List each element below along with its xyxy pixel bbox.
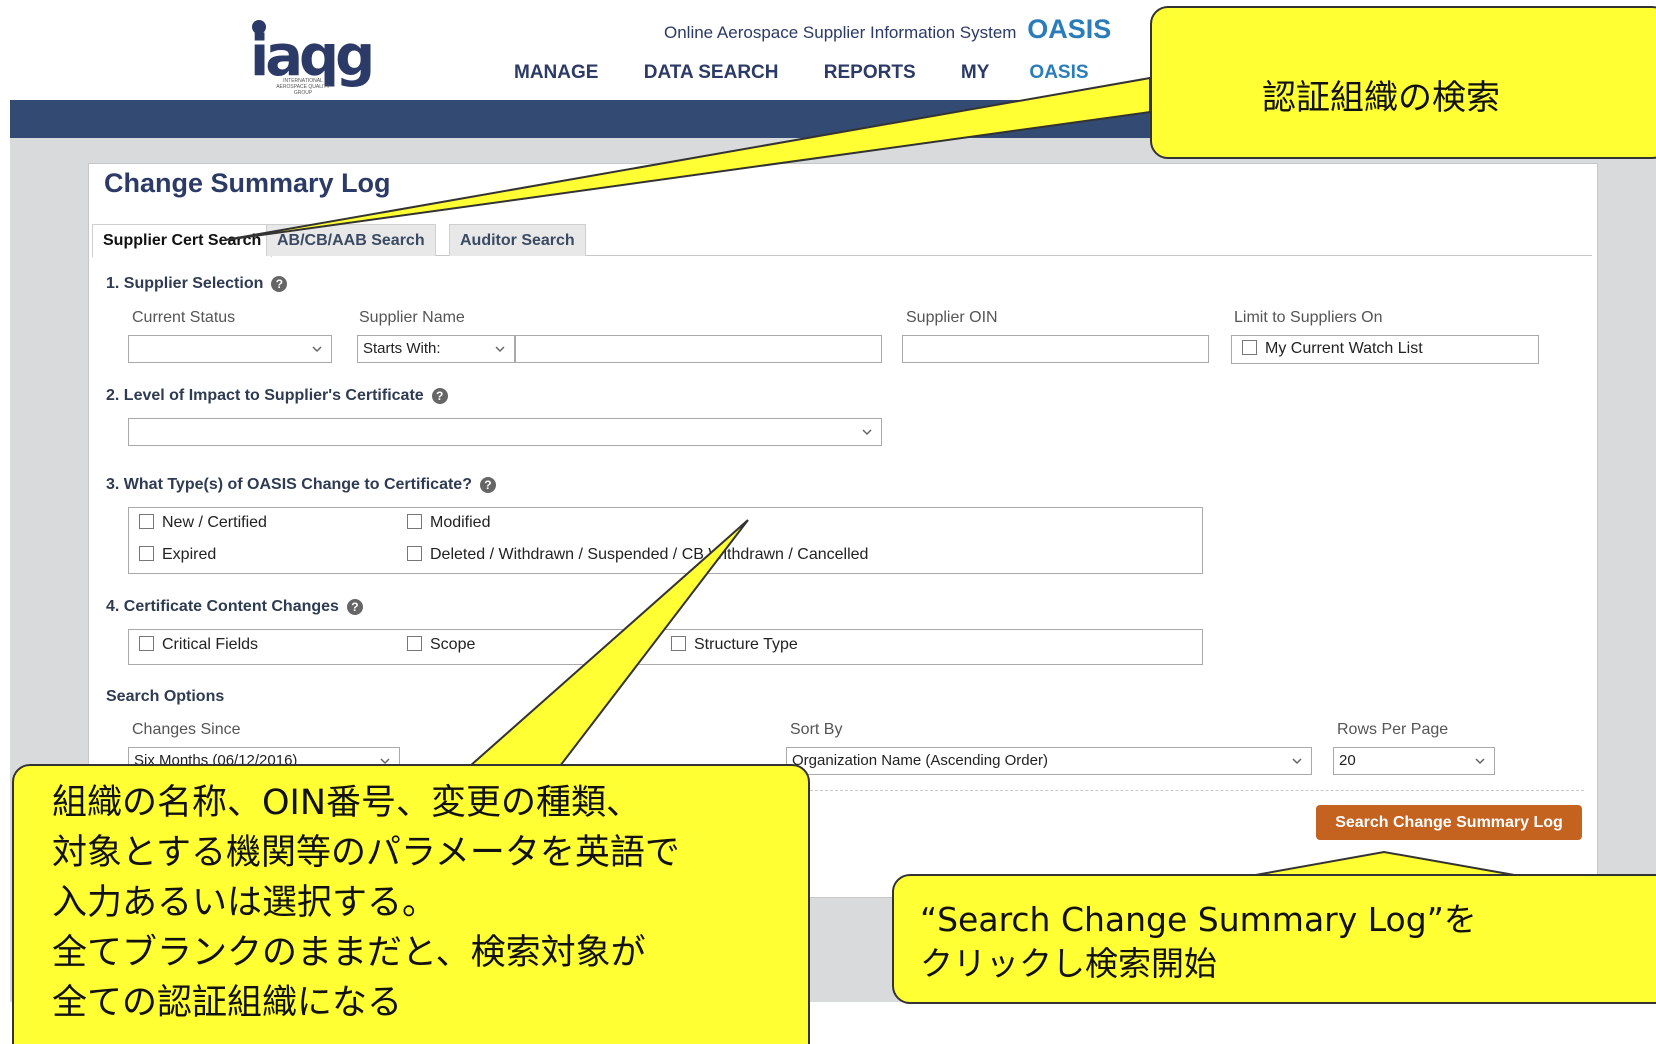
callout-left-line: 組織の名称、OIN番号、変更の種類、 xyxy=(52,783,642,823)
system-label: Online Aerospace Supplier Information Sy… xyxy=(664,23,1017,42)
sort-by-label: Sort By xyxy=(790,721,843,738)
impact-level-heading: 2. Level of Impact to Supplier's Certifi… xyxy=(106,387,448,405)
content-changes-heading: 4. Certificate Content Changes? xyxy=(106,598,363,616)
content-changes-label: 4. Certificate Content Changes xyxy=(106,598,339,615)
help-icon[interactable]: ? xyxy=(346,598,363,615)
main-nav: MANAGE DATA SEARCH REPORTS MY OASIS xyxy=(514,62,1169,84)
scope-label: Scope xyxy=(430,636,476,653)
deleted-withdrawn-label: Deleted / Withdrawn / Suspended / CB Wit… xyxy=(430,546,869,563)
critical-fields-label: Critical Fields xyxy=(162,636,259,653)
impact-level-select[interactable] xyxy=(128,418,882,446)
changes-since-label: Changes Since xyxy=(132,721,241,738)
search-change-summary-button[interactable]: Search Change Summary Log xyxy=(1316,805,1582,840)
modified-label: Modified xyxy=(430,514,491,531)
scope-checkbox[interactable] xyxy=(407,636,422,651)
deleted-withdrawn-checkbox[interactable] xyxy=(407,546,422,561)
supplier-name-input[interactable] xyxy=(515,335,882,363)
tab-auditor-search[interactable]: Auditor Search xyxy=(449,224,586,256)
callout-right-line: “Search Change Summary Log”を xyxy=(920,900,1477,939)
system-title: Online Aerospace Supplier Information Sy… xyxy=(664,14,1111,45)
change-type-label: 3. What Type(s) of OASIS Change to Certi… xyxy=(106,476,472,493)
supplier-selection-heading: 1. Supplier Selection? xyxy=(106,275,288,293)
nav-data-search[interactable]: DATA SEARCH xyxy=(644,62,779,84)
option-deleted-withdrawn[interactable]: Deleted / Withdrawn / Suspended / CB Wit… xyxy=(407,546,868,564)
option-structure-type[interactable]: Structure Type xyxy=(671,636,798,654)
option-expired[interactable]: Expired xyxy=(139,546,216,564)
current-status-select[interactable] xyxy=(128,335,332,363)
iaqg-logo[interactable]: iaqg INTERNATIONAL AEROSPACE QUALITY GRO… xyxy=(250,16,385,96)
callout-top-text: 認証組織の検索 xyxy=(1262,78,1500,118)
option-new-certified[interactable]: New / Certified xyxy=(139,514,267,532)
watch-list-box: My Current Watch List xyxy=(1231,335,1539,364)
supplier-oin-input[interactable] xyxy=(902,335,1209,363)
limit-suppliers-label: Limit to Suppliers On xyxy=(1234,309,1383,326)
nav-my-oasis[interactable]: MY OASIS xyxy=(961,62,1129,84)
option-modified[interactable]: Modified xyxy=(407,514,490,532)
search-options-heading: Search Options xyxy=(106,688,225,705)
callout-left-text: 組織の名称、OIN番号、変更の種類、 対象とする機関等のパラメータを英語で 入力… xyxy=(52,778,680,1028)
impact-level-label: 2. Level of Impact to Supplier's Certifi… xyxy=(106,387,424,404)
critical-fields-checkbox[interactable] xyxy=(139,636,154,651)
chevron-down-icon xyxy=(862,429,872,436)
callout-right-line: クリックし検索開始 xyxy=(920,944,1217,983)
callout-certified-org-search: 認証組織の検索 xyxy=(1150,6,1656,159)
chevron-down-icon xyxy=(1475,758,1485,765)
help-icon[interactable]: ? xyxy=(479,476,496,493)
system-brand: OASIS xyxy=(1027,14,1112,44)
change-type-box: New / Certified Modified Expired Deleted… xyxy=(128,507,1203,574)
current-status-label: Current Status xyxy=(132,309,236,326)
modified-checkbox[interactable] xyxy=(407,514,422,529)
supplier-oin-label: Supplier OIN xyxy=(906,309,998,326)
watch-list-label: My Current Watch List xyxy=(1265,340,1423,357)
rows-per-page-value: 20 xyxy=(1339,752,1356,769)
structure-type-checkbox[interactable] xyxy=(671,636,686,651)
new-certified-checkbox[interactable] xyxy=(139,514,154,529)
sort-by-select[interactable]: Organization Name (Ascending Order) xyxy=(786,747,1312,775)
supplier-name-mode-select[interactable]: Starts With: xyxy=(357,335,515,363)
expired-label: Expired xyxy=(162,546,217,563)
sort-by-value: Organization Name (Ascending Order) xyxy=(792,752,1048,769)
page-title: Change Summary Log xyxy=(104,168,391,198)
tab-supplier-cert-search[interactable]: Supplier Cert Search xyxy=(92,224,273,257)
callout-left-line: 対象とする機関等のパラメータを英語で xyxy=(52,833,680,873)
callout-right-text: “Search Change Summary Log”を クリックし検索開始 xyxy=(920,898,1477,986)
callout-left-line: 入力あるいは選択する。 xyxy=(52,883,438,923)
rows-per-page-select[interactable]: 20 xyxy=(1333,747,1495,775)
callout-left-line: 全ての認証組織になる xyxy=(52,983,403,1023)
help-icon[interactable]: ? xyxy=(271,275,288,292)
callout-search-button-note: “Search Change Summary Log”を クリックし検索開始 xyxy=(892,874,1656,1004)
chevron-down-icon xyxy=(312,346,322,353)
new-certified-label: New / Certified xyxy=(162,514,267,531)
logo-subtitle: INTERNATIONAL AEROSPACE QUALITY GROUP xyxy=(276,78,330,96)
chevron-down-icon xyxy=(1292,758,1302,765)
structure-type-label: Structure Type xyxy=(694,636,798,653)
supplier-name-mode-value: Starts With: xyxy=(363,340,441,357)
callout-parameters-note: 組織の名称、OIN番号、変更の種類、 対象とする機関等のパラメータを英語で 入力… xyxy=(12,764,810,1044)
change-type-heading: 3. What Type(s) of OASIS Change to Certi… xyxy=(106,476,496,494)
content-changes-box: Critical Fields Scope Structure Type xyxy=(128,629,1203,665)
supplier-selection-label: 1. Supplier Selection xyxy=(106,275,264,292)
expired-checkbox[interactable] xyxy=(139,546,154,561)
tab-ab-cb-aab-search[interactable]: AB/CB/AAB Search xyxy=(266,224,436,256)
nav-my-suffix: OASIS xyxy=(1029,62,1089,83)
help-icon[interactable]: ? xyxy=(431,387,448,404)
watch-list-checkbox[interactable] xyxy=(1242,340,1257,355)
supplier-name-label: Supplier Name xyxy=(359,309,465,326)
callout-left-line: 全てブランクのままだと、検索対象が xyxy=(52,933,646,973)
chevron-down-icon xyxy=(495,346,505,353)
rows-per-page-label: Rows Per Page xyxy=(1337,721,1449,738)
nav-reports[interactable]: REPORTS xyxy=(824,62,916,84)
option-critical-fields[interactable]: Critical Fields xyxy=(139,636,258,654)
nav-my-prefix: MY xyxy=(960,62,990,83)
watch-list-option[interactable]: My Current Watch List xyxy=(1242,340,1423,358)
nav-manage[interactable]: MANAGE xyxy=(514,62,598,84)
option-scope[interactable]: Scope xyxy=(407,636,475,654)
